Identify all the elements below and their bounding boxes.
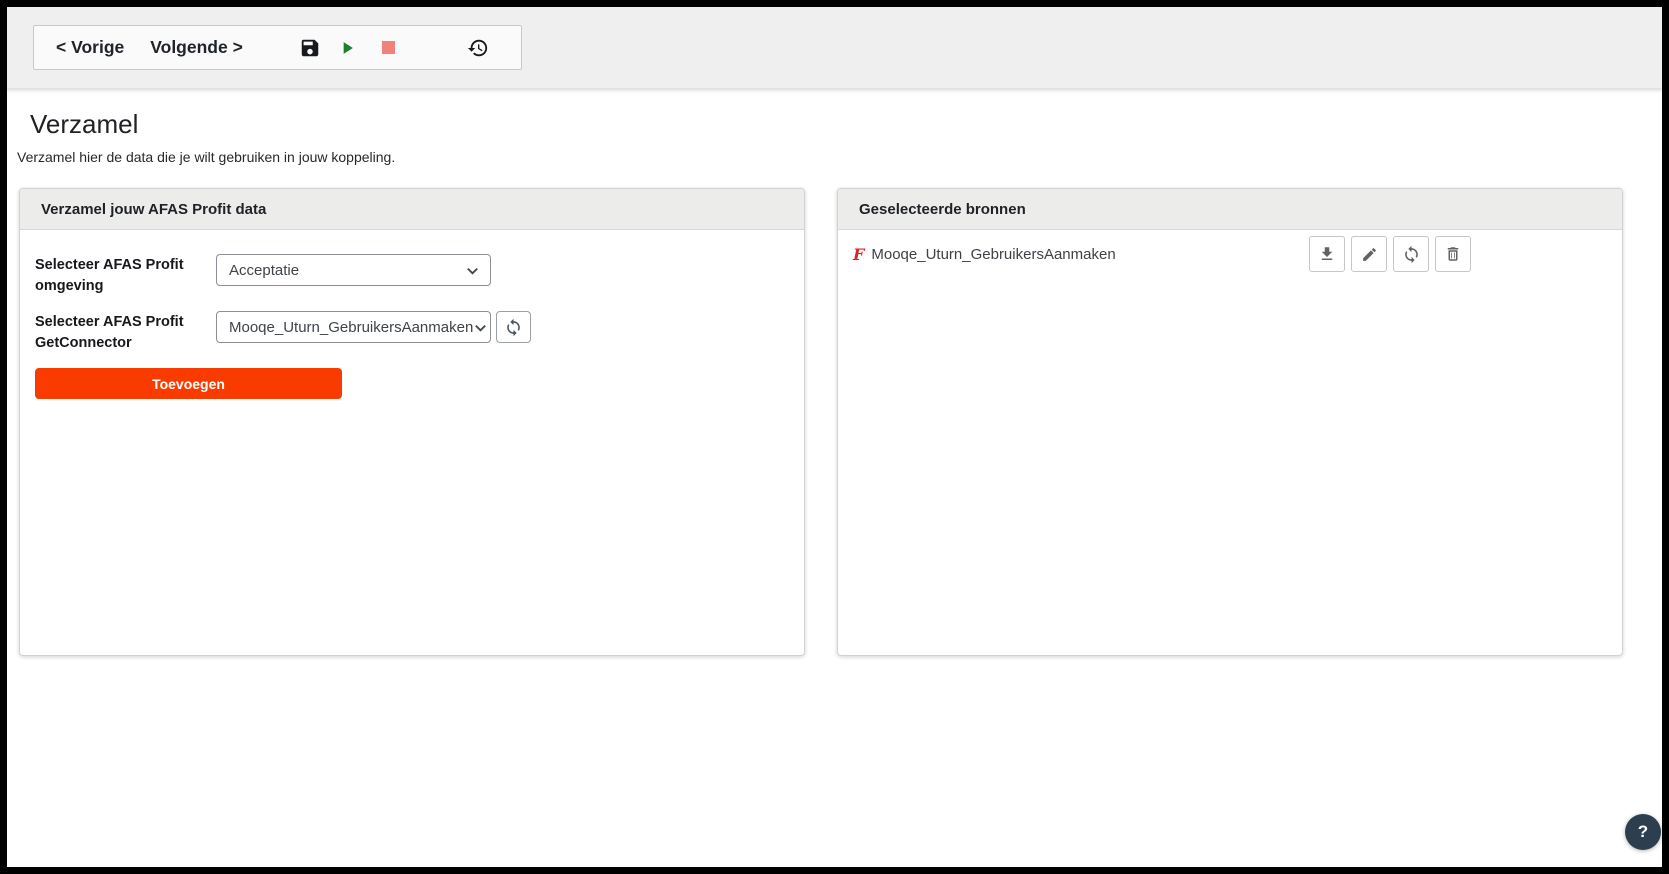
afas-f-badge: F bbox=[853, 245, 864, 264]
collect-panel-title: Verzamel jouw AFAS Profit data bbox=[20, 189, 804, 230]
getconnector-label: Selecteer AFAS Profit GetConnector bbox=[35, 311, 216, 354]
add-source-button[interactable]: Toevoegen bbox=[35, 368, 342, 399]
wizard-toolbar: < Vorige Volgende > bbox=[33, 25, 522, 70]
refresh-source-button[interactable] bbox=[1393, 236, 1429, 272]
getconnector-select-value: Mooqe_Uturn_GebruikersAanmaken bbox=[229, 319, 473, 336]
history-icon bbox=[467, 37, 489, 59]
save-icon bbox=[299, 37, 321, 59]
collect-panel-body: Selecteer AFAS Profit omgeving Acceptati… bbox=[20, 230, 804, 414]
stop-button[interactable] bbox=[382, 41, 395, 54]
sources-panel-title: Geselecteerde bronnen bbox=[838, 189, 1622, 230]
page-title: Verzamel bbox=[30, 109, 1662, 140]
panels-row: Verzamel jouw AFAS Profit data Selecteer… bbox=[19, 188, 1623, 656]
play-icon bbox=[337, 38, 357, 58]
sync-icon bbox=[1402, 245, 1421, 264]
collect-panel: Verzamel jouw AFAS Profit data Selecteer… bbox=[19, 188, 805, 656]
page-subtitle: Verzamel hier de data die je wilt gebrui… bbox=[17, 149, 1662, 165]
environment-select-value: Acceptatie bbox=[229, 262, 299, 279]
download-source-button[interactable] bbox=[1309, 236, 1345, 272]
top-header: < Vorige Volgende > bbox=[7, 7, 1662, 89]
run-button[interactable] bbox=[337, 38, 357, 58]
next-button[interactable]: Volgende > bbox=[150, 39, 243, 57]
source-actions bbox=[1309, 236, 1471, 272]
environment-label: Selecteer AFAS Profit omgeving bbox=[35, 254, 216, 297]
source-name-text: Mooqe_Uturn_GebruikersAanmaken bbox=[871, 246, 1115, 263]
edit-source-button[interactable] bbox=[1351, 236, 1387, 272]
pencil-icon bbox=[1361, 246, 1378, 263]
sources-panel-body: F Mooqe_Uturn_GebruikersAanmaken bbox=[838, 230, 1622, 278]
chevron-down-icon bbox=[473, 320, 488, 335]
environment-select[interactable]: Acceptatie bbox=[216, 254, 491, 286]
previous-button[interactable]: < Vorige bbox=[56, 39, 124, 57]
delete-source-button[interactable] bbox=[1435, 236, 1471, 272]
environment-row: Selecteer AFAS Profit omgeving Acceptati… bbox=[35, 254, 789, 297]
source-row: F Mooqe_Uturn_GebruikersAanmaken bbox=[853, 236, 1607, 272]
getconnector-row: Selecteer AFAS Profit GetConnector Mooqe… bbox=[35, 311, 789, 354]
app-window: < Vorige Volgende > Verzamel bbox=[0, 0, 1669, 874]
stop-icon bbox=[382, 41, 395, 54]
sync-icon bbox=[504, 318, 523, 337]
refresh-getconnectors-button[interactable] bbox=[496, 311, 531, 343]
help-button[interactable]: ? bbox=[1625, 814, 1661, 850]
sources-panel: Geselecteerde bronnen F Mooqe_Uturn_Gebr… bbox=[837, 188, 1623, 656]
chevron-down-icon bbox=[465, 263, 480, 278]
download-icon bbox=[1318, 245, 1336, 263]
trash-icon bbox=[1444, 245, 1462, 263]
save-button[interactable] bbox=[299, 37, 321, 59]
history-button[interactable] bbox=[467, 37, 489, 59]
source-name: F Mooqe_Uturn_GebruikersAanmaken bbox=[853, 245, 1116, 264]
getconnector-select[interactable]: Mooqe_Uturn_GebruikersAanmaken bbox=[216, 311, 491, 343]
